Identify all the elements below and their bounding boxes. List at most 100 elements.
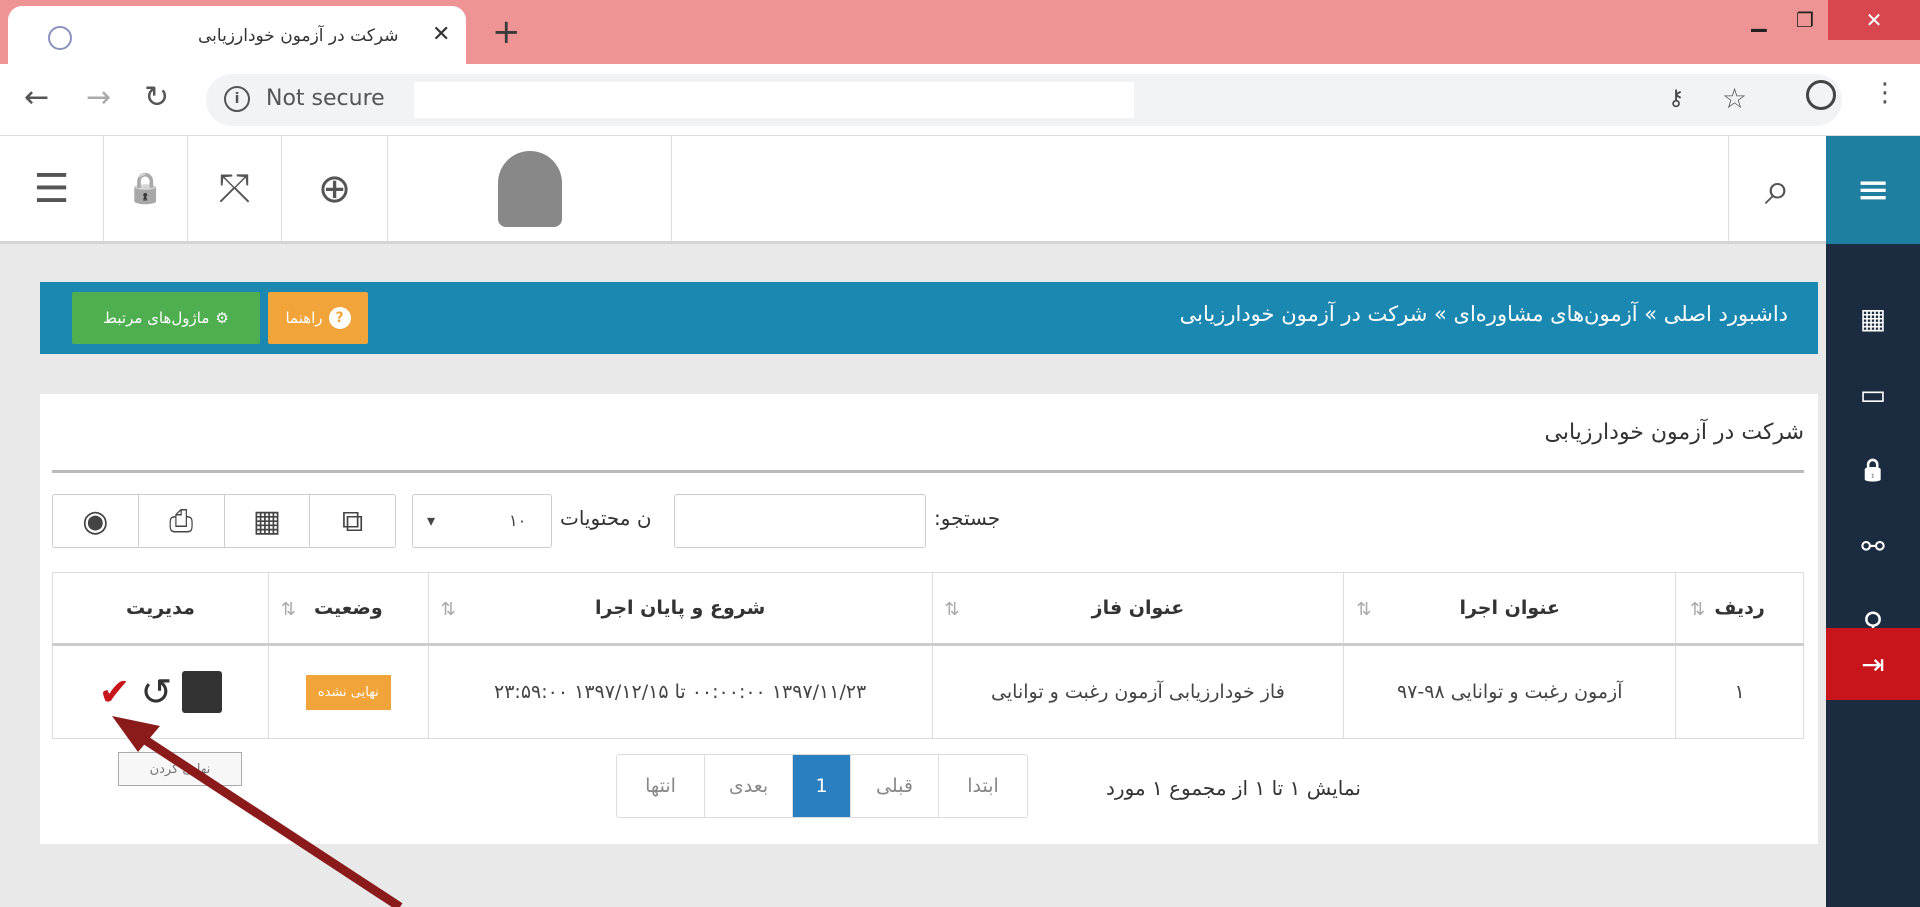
hamburger-icon: ≡ (1856, 167, 1890, 213)
table-row: ۱ آزمون رغبت و توانایی ۹۸-۹۷ فاز خودارزی… (52, 644, 1804, 739)
info-icon[interactable]: i (224, 86, 250, 112)
page-length-select[interactable]: ▾ ۱۰ (412, 494, 552, 548)
column-visibility-button[interactable]: ◉ (53, 495, 139, 547)
table-tools: ◉ ⎙ ▦ ⧉ (52, 494, 396, 548)
sort-icon: ⇅ (440, 599, 456, 620)
column-header-index[interactable]: ردیف ⇅ (1675, 572, 1804, 646)
lock-icon: 🔒 (1859, 457, 1887, 483)
cell-phase-title: فاز خودارزیابی آزمون رغبت و توانایی (931, 644, 1345, 739)
sort-icon: ⇅ (1356, 599, 1372, 620)
page-current-button[interactable]: 1 (793, 755, 851, 817)
support-button[interactable]: ⊕ (282, 136, 388, 241)
tab-close-icon[interactable]: ✕ (432, 22, 450, 47)
link-icon: ⚯ (1861, 529, 1885, 563)
help-button[interactable]: راهنما ? (268, 292, 368, 344)
visibility-icon: ◉ (82, 503, 109, 539)
sidebar-toggle-button[interactable]: ≡ (1826, 136, 1920, 244)
sidebar-item-links[interactable]: ⚯ (1826, 508, 1920, 584)
chevron-down-icon: ▾ (427, 511, 436, 530)
avatar (497, 150, 562, 227)
browser-tab-strip: شرکت در آزمون خودارزیابی ✕ + ▁ ❐ ✕ (0, 0, 1920, 64)
address-input[interactable]: i Not secure ⚷ ☆ (206, 74, 1842, 126)
security-label[interactable]: Not secure (266, 86, 385, 111)
grid-icon: ▦ (1859, 301, 1887, 335)
gears-icon: ⚙ (215, 309, 229, 327)
fullscreen-button[interactable]: ⤧ (188, 136, 282, 241)
column-header-run-title[interactable]: عنوان اجرا ⇅ (1343, 572, 1677, 646)
sidebar-item-monitor[interactable]: ▭ (1826, 356, 1920, 432)
sidebar-item-lock[interactable]: 🔒 (1826, 432, 1920, 508)
page-first-button[interactable]: ابتدا (939, 755, 1027, 817)
pagination-info: نمایش ۱ تا ۱ از مجموع ۱ مورد (1106, 776, 1361, 800)
content-panel: شرکت در آزمون خودارزیابی ◉ ⎙ ▦ ⧉ ▾ ۱۰ ن … (40, 394, 1818, 844)
divider (52, 470, 1804, 473)
reload-button[interactable]: ↻ (144, 80, 169, 116)
related-modules-button[interactable]: ماژول‌های مرتبط ⚙ (72, 292, 260, 344)
new-tab-button[interactable]: + (492, 12, 521, 52)
excel-button[interactable]: ▦ (225, 495, 311, 547)
data-table: ردیف ⇅ عنوان اجرا ⇅ عنوان فاز ⇅ شروع و پای… (52, 572, 1804, 739)
table-header-row: ردیف ⇅ عنوان اجرا ⇅ عنوان فاز ⇅ شروع و پای… (52, 572, 1804, 646)
address-bar-row: ← → ↻ i Not secure ⚷ ☆ ⋮ (0, 64, 1920, 136)
sidebar-item-dashboard[interactable]: ▦ (1826, 280, 1920, 356)
fullscreen-icon: ⤧ (218, 165, 251, 212)
app-header: ☰ 🔒 ⤧ ⊕ ⌕ (0, 136, 1826, 244)
status-badge: نهایی نشده (305, 674, 391, 710)
history-icon[interactable]: ↺ (140, 670, 172, 714)
browser-menu-icon[interactable]: ⋮ (1872, 78, 1898, 108)
maximize-button[interactable]: ❐ (1782, 0, 1828, 40)
column-header-status[interactable]: وضعیت ⇅ (267, 572, 429, 646)
question-icon: ? (328, 307, 351, 329)
sort-icon: ⇅ (944, 599, 960, 620)
bookmark-star-icon[interactable]: ☆ (1722, 82, 1747, 115)
cell-status: نهایی نشده (267, 644, 429, 739)
monitor-icon: ▭ (1859, 377, 1887, 411)
print-icon: ⎙ (169, 503, 194, 539)
search-input[interactable] (674, 494, 926, 548)
back-button[interactable]: ← (24, 80, 49, 116)
forward-button[interactable]: → (86, 80, 111, 116)
panel-title: شرکت در آزمون خودارزیابی (1544, 420, 1805, 445)
page-next-button[interactable]: بعدی (705, 755, 793, 817)
print-button[interactable]: ⎙ (139, 495, 225, 547)
copy-icon: ⧉ (341, 503, 364, 539)
search-label: جستجو: (934, 506, 1001, 530)
search-icon: ⌕ (1764, 160, 1791, 215)
browser-tab[interactable]: شرکت در آزمون خودارزیابی ✕ (8, 6, 466, 64)
column-header-management: مدیریت (52, 572, 269, 646)
finalize-tooltip: نهایی کردن (118, 752, 242, 786)
table-icon: ▦ (252, 503, 282, 539)
page-length-value: ۱۰ (509, 511, 527, 530)
pagination: انتها بعدی 1 قبلی ابتدا (616, 754, 1028, 818)
page-length-label: ن محتویات (560, 506, 652, 530)
book-icon[interactable] (182, 671, 223, 713)
search-button[interactable]: ⌕ (1728, 136, 1826, 241)
page-last-button[interactable]: انتها (617, 755, 705, 817)
url-text-area[interactable] (414, 82, 1134, 118)
column-header-phase-title[interactable]: عنوان فاز ⇅ (931, 572, 1345, 646)
breadcrumb-bar: داشبورد اصلی » آزمون‌های مشاوره‌ای » شرک… (40, 282, 1818, 354)
minimize-button[interactable]: ▁ (1736, 0, 1782, 40)
breadcrumb[interactable]: داشبورد اصلی » آزمون‌های مشاوره‌ای » شرک… (1180, 302, 1788, 326)
cell-run-title: آزمون رغبت و توانایی ۹۸-۹۷ (1343, 644, 1677, 739)
list-icon: ☰ (33, 165, 70, 212)
cell-management: ✔ ↺ (52, 644, 269, 739)
right-sidebar: ≡ ▦ ▭ 🔒 ⚯ ♀ ⇥ (1826, 136, 1920, 907)
cell-index: ۱ (1675, 644, 1804, 739)
window-close-button[interactable]: ✕ (1828, 0, 1920, 40)
help-label: راهنما (285, 309, 323, 327)
user-profile-area[interactable] (388, 136, 672, 241)
finalize-check-icon[interactable]: ✔ (99, 670, 131, 714)
favicon-icon (48, 26, 72, 50)
sidebar-item-exit[interactable]: ⇥ (1826, 628, 1920, 700)
lock-icon: 🔒 (126, 171, 165, 206)
key-icon[interactable]: ⚷ (1668, 86, 1684, 111)
lock-button[interactable]: 🔒 (104, 136, 188, 241)
copy-button[interactable]: ⧉ (310, 495, 395, 547)
profile-icon[interactable] (1806, 80, 1836, 110)
page-prev-button[interactable]: قبلی (851, 755, 939, 817)
list-menu-button[interactable]: ☰ (0, 136, 104, 241)
cell-period: ۱۳۹۷/۱۱/۲۳ ۰۰:۰۰:۰۰ تا ۱۳۹۷/۱۲/۱۵ ۲۳:۵۹:… (427, 644, 933, 739)
column-header-period[interactable]: شروع و پایان اجرا ⇅ (427, 572, 933, 646)
modules-label: ماژول‌های مرتبط (103, 309, 210, 327)
